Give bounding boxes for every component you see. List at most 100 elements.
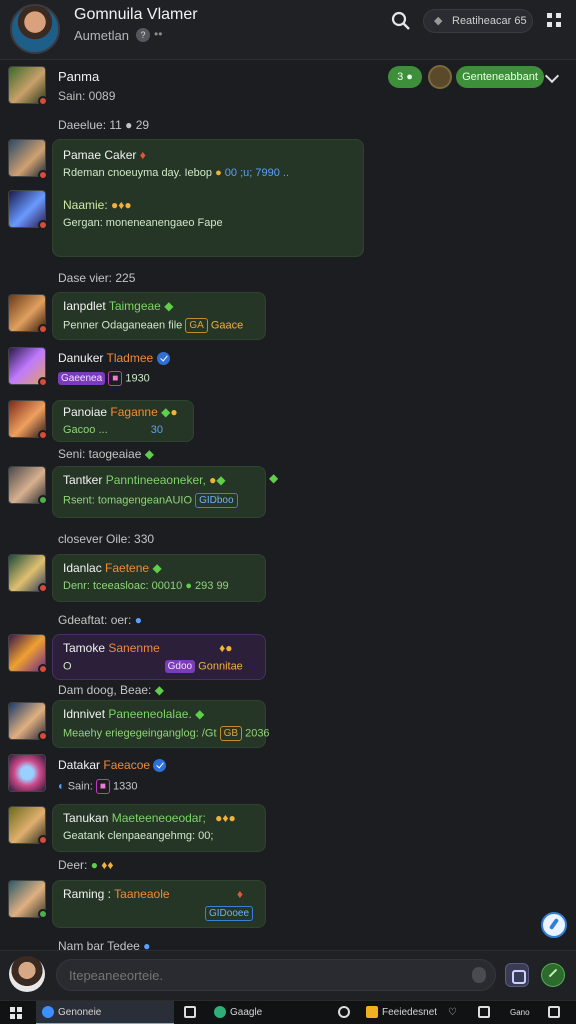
member-avatar[interactable] [8,754,46,792]
taskbar: Genoneie Gaagle Feeiedesnet ♡ Gano [0,1000,576,1024]
count-pill[interactable]: 3 ● [388,66,422,88]
app-subtitle: Aumetlan [74,28,129,43]
message-input[interactable] [56,959,496,991]
message-author: Datakar Faeacoe [58,758,167,773]
help-icon[interactable]: ? [136,28,150,42]
recording-suffix: 65 [514,15,527,27]
date-divider: Dase vier: 225 [58,271,136,285]
message-text: Rdeman cnoeuyma day. Iebop ● 00 ;u; 7990… [63,167,289,179]
status-badge [38,835,48,845]
message-bubble[interactable]: Tanukan Maeteeneoeodar; ●♦● Geatank clen… [52,804,266,852]
message-text: ◐ Sain: ■ 1330 [58,779,138,794]
message-author: Panoiae Faganne ◆● [63,405,178,419]
taskbar-notifications[interactable] [548,1001,564,1024]
subtitle-extra: •• [154,27,163,41]
settings-icon [338,1006,350,1019]
verified-icon [153,759,167,773]
attach-icon[interactable] [505,963,529,987]
files-icon [184,1006,196,1019]
app-header: Gomnuila Vlamer Aumetlan ? •• ◆ Reatihea… [0,0,576,60]
windows-icon[interactable] [10,1007,22,1019]
message-text: Denr: tceeasloac: 00010 ● 293 99 [63,580,229,592]
game-icon[interactable] [428,65,452,89]
message-author: Ianpdlet Taimgeae ◆ [63,299,174,313]
taskbar-files[interactable] [184,1001,200,1024]
grid-icon[interactable] [546,12,562,28]
message-author: Naamie: ●♦● [63,198,132,212]
mic-icon[interactable] [472,967,486,983]
taskbar-settings[interactable] [338,1001,354,1024]
search-icon[interactable] [391,11,411,31]
reaction-icon[interactable]: ◆ [269,471,278,485]
status-badge [38,430,48,440]
pinned-member-row[interactable]: Panma Sain: 0089 3 ● Genteneabbant [0,60,576,112]
status-badge [38,324,48,334]
heart-icon: ♡ [448,1007,457,1018]
message-text: Gaeenea ■ 1930 [58,371,150,386]
notes-icon [478,1006,490,1019]
recording-button[interactable]: ◆ Reatiheacar 65 [423,9,533,33]
message-author: Tantker Panntineeaoneker, ●◆ [63,473,226,487]
taskbar-notes[interactable] [478,1001,494,1024]
message-bubble[interactable]: Ianpdlet Taimgeae ◆ Penner Odaganeaen fi… [52,292,266,340]
taskbar-app1[interactable]: Gaagle [214,1001,262,1024]
user-avatar[interactable] [9,956,45,992]
message-bubble[interactable]: Tantker Panntineeaoneker, ●◆ Rsent: toma… [52,466,266,518]
date-divider: Deer: ● ♦♦ [58,858,114,872]
date-divider: closever Oile: 330 [58,532,155,546]
message-author: Tamoke Sanenme ♦● [63,641,233,655]
recording-icon: ◆ [434,15,443,27]
message-text: O Gdoo Gonnitae [63,660,243,673]
compass-icon[interactable] [541,912,567,938]
status-badge [38,170,48,180]
app2-icon [366,1006,378,1019]
message-text: Rsent: tomagengeanAUIO GIDboo [63,493,238,508]
message-author: Idanlac Faetene ◆ [63,561,162,575]
verified-icon [156,352,170,366]
status-badge [38,377,48,387]
message-author: Tanukan Maeteeneoeodar; ●♦● [63,811,236,825]
send-icon[interactable] [541,963,565,987]
message-bubble[interactable]: Raming : Taaneaole ♦ GIDooee [52,880,266,928]
status-badge [38,664,48,674]
message-bubble[interactable]: Pamae Caker ♦ Rdeman cnoeuyma day. Iebop… [52,139,364,257]
date-divider: Gdeaftat: oer: ● [58,613,142,627]
message-text: Gergan: moneneanengaeo Fape [63,217,223,229]
recording-label: Reatiheacar [452,15,512,27]
member-status: Sain: 0089 [58,89,116,103]
app-title: Gomnuila Vlamer [74,6,198,23]
profile-avatar[interactable] [10,4,60,54]
message-author: Danuker Tladmee [58,351,170,366]
message-bubble[interactable]: Idnnivet Paneeneolalae. ◆ Meaehy eriegeg… [52,700,270,748]
message-text: Penner Odaganeaen file GA Gaace [63,318,244,333]
message-bubble[interactable]: Panoiae Faganne ◆● Gacoo ... 30 [52,400,194,442]
message-text: Geatank clenpaeangehmg: 00; [63,830,214,842]
status-badge [38,731,48,741]
app1-icon [214,1006,226,1019]
taskbar-app2[interactable]: Feeiedesnet [366,1001,437,1024]
date-divider: Daeelue: 11 ● 29 [58,118,150,132]
notifications-icon [548,1006,560,1019]
status-badge [38,96,48,106]
message-bubble[interactable]: Tamoke Sanenme ♦● O Gdoo Gonnitae [52,634,266,680]
search-app-icon [42,1006,54,1019]
message-text: Meaehy eriegegeinganglog: /Gt GB 2036 [63,726,270,741]
message-bubble[interactable]: Idanlac Faetene ◆ Denr: tceeasloac: 0001… [52,554,266,602]
taskbar-search[interactable]: Genoneie [36,1001,174,1024]
message-author: Idnnivet Paneeneolalae. ◆ [63,707,205,721]
join-button[interactable]: Genteneabbant [456,66,544,88]
taskbar-tray[interactable]: Gano [510,1001,530,1024]
date-divider: Seni: taogeaiae ◆ [58,447,154,461]
status-badge [38,495,48,505]
message-author: Raming : Taaneaole ♦ [63,887,244,901]
date-divider: Dam doog, Beae: ◆ [58,683,164,697]
member-name: Panma [58,69,100,84]
message-text: Gacoo ... 30 [63,424,163,436]
taskbar-heart[interactable]: ♡ [448,1001,457,1024]
message-text: GIDooee [205,906,254,921]
message-author: Pamae Caker ♦ [63,148,146,162]
status-badge [38,909,48,919]
composer-bar [0,950,576,1000]
status-badge [38,583,48,593]
status-badge [38,220,48,230]
